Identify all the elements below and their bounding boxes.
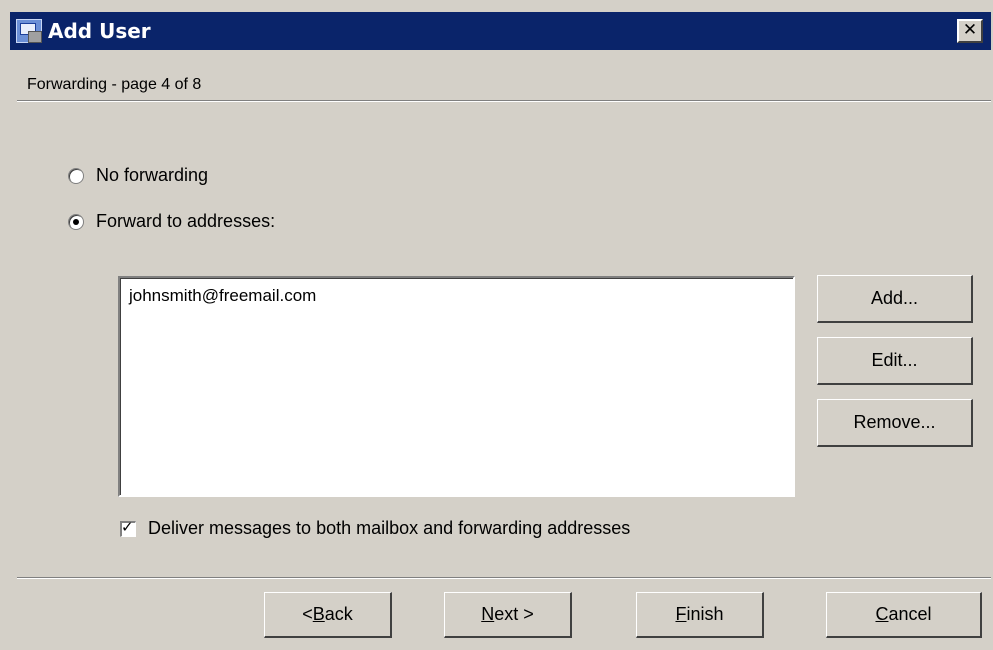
list-item[interactable]: johnsmith@freemail.com: [129, 286, 316, 306]
remove-address-button[interactable]: Remove...: [817, 399, 973, 447]
radio-forward-to-addresses-button[interactable]: [68, 213, 84, 230]
edit-address-button[interactable]: Edit...: [817, 337, 973, 385]
title-bar[interactable]: Add User ✕: [10, 12, 991, 50]
next-button[interactable]: Next >: [444, 592, 572, 638]
window-title: Add User: [48, 19, 151, 43]
next-button-mnemonic: N: [481, 604, 495, 624]
next-button-rest: ext >: [494, 604, 534, 624]
radio-no-forwarding-button[interactable]: [68, 167, 84, 184]
add-address-button[interactable]: Add...: [817, 275, 973, 323]
radio-forward-to-addresses[interactable]: Forward to addresses:: [68, 211, 275, 232]
deliver-both-label: Deliver messages to both mailbox and for…: [148, 518, 631, 538]
header-divider: [17, 100, 991, 102]
back-button[interactable]: < Back: [264, 592, 392, 638]
back-button-mnemonic: B: [312, 604, 325, 624]
close-icon[interactable]: ✕: [957, 19, 983, 43]
finish-button-rest: inish: [686, 604, 724, 624]
checkmark-icon: ✓: [121, 517, 134, 536]
cancel-button-rest: ancel: [888, 604, 932, 624]
radio-no-forwarding-label: No forwarding: [96, 165, 209, 185]
add-user-dialog: Add User ✕ Forwarding - page 4 of 8 No f…: [10, 12, 993, 650]
back-button-prefix: <: [302, 604, 313, 624]
page-subtitle: Forwarding - page 4 of 8: [27, 76, 202, 93]
finish-button-mnemonic: F: [675, 604, 687, 624]
forwarding-address-list[interactable]: johnsmith@freemail.com: [118, 276, 795, 497]
cancel-button[interactable]: Cancel: [826, 592, 982, 638]
radio-no-forwarding[interactable]: No forwarding: [68, 165, 208, 186]
deliver-both-option[interactable]: ✓ Deliver messages to both mailbox and f…: [120, 518, 630, 539]
back-button-rest: ack: [324, 604, 353, 624]
radio-forward-to-addresses-label: Forward to addresses:: [96, 211, 276, 231]
footer-divider: [17, 577, 991, 579]
cancel-button-mnemonic: C: [875, 604, 889, 624]
user-mailbox-icon: [16, 19, 42, 43]
finish-button[interactable]: Finish: [636, 592, 764, 638]
deliver-both-checkbox[interactable]: ✓: [120, 517, 136, 537]
